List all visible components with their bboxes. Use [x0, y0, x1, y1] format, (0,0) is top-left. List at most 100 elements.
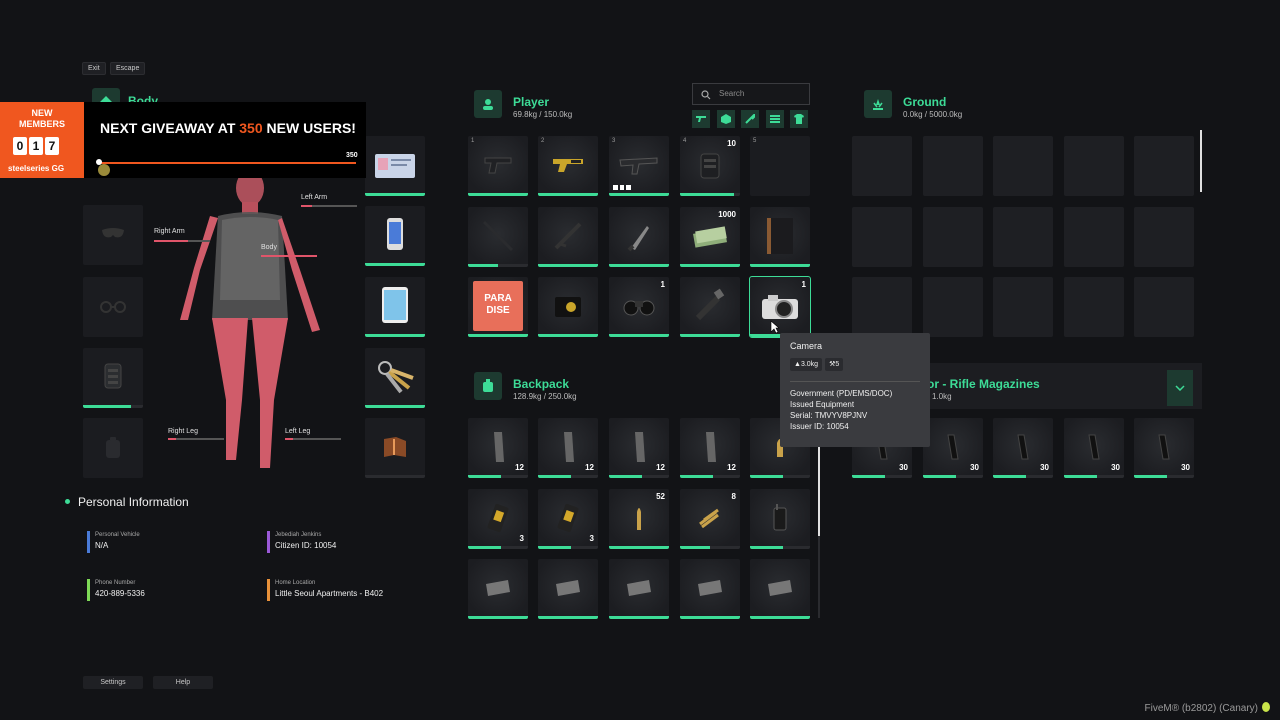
inventory-slot[interactable]: 1: [468, 136, 528, 196]
ground-slot[interactable]: [852, 136, 912, 196]
armor-collapse-button[interactable]: [1167, 370, 1193, 406]
item-count: 10: [727, 139, 736, 148]
inventory-slot[interactable]: 1: [609, 277, 669, 337]
id-card-icon: [375, 154, 415, 178]
inventory-slot[interactable]: 12: [680, 418, 740, 478]
inventory-slot[interactable]: 1000: [680, 207, 740, 267]
filter-tools-icon[interactable]: [741, 110, 759, 128]
attachment-dots: [613, 185, 632, 190]
counter-digit: 0: [13, 137, 27, 155]
weight-chip: ▲3.0kg: [790, 358, 823, 371]
phone-icon: [387, 218, 403, 250]
inventory-slot[interactable]: [750, 559, 810, 619]
keys-slot[interactable]: [365, 348, 425, 408]
inventory-slot[interactable]: 2: [538, 136, 598, 196]
search-input[interactable]: Search: [692, 83, 810, 105]
ground-slot[interactable]: [993, 277, 1053, 337]
mask-slot[interactable]: [83, 205, 143, 265]
armor-slot[interactable]: 30: [1134, 418, 1194, 478]
armor-slot[interactable]: 30: [923, 418, 983, 478]
ground-weight: 0.0kg / 5000.0kg: [903, 110, 963, 119]
ground-slot[interactable]: [923, 277, 983, 337]
help-button[interactable]: Help: [153, 676, 213, 689]
ground-slot[interactable]: [1134, 277, 1194, 337]
filter-weapons-icon[interactable]: [692, 110, 710, 128]
nightstick-icon: [554, 222, 582, 250]
inventory-slot[interactable]: 12: [538, 418, 598, 478]
inventory-slot[interactable]: 12: [468, 418, 528, 478]
ground-slot[interactable]: [993, 207, 1053, 267]
inventory-slot[interactable]: 12: [609, 418, 669, 478]
exit-key-label[interactable]: Exit: [82, 62, 106, 75]
flashlight-icon: [695, 288, 725, 320]
steelseries-brand: steelseries GG: [8, 164, 65, 173]
escape-key-label[interactable]: Escape: [110, 62, 146, 75]
inventory-slot-camera[interactable]: 1: [749, 276, 811, 338]
backpack-slot[interactable]: [83, 418, 143, 478]
ground-slot[interactable]: [1064, 207, 1124, 267]
filter-stack-icon[interactable]: [766, 110, 784, 128]
inventory-slot[interactable]: [680, 559, 740, 619]
member-counter: 017: [13, 137, 61, 155]
ground-slot[interactable]: [993, 136, 1053, 196]
tablet-slot[interactable]: [365, 277, 425, 337]
inventory-slot[interactable]: [538, 277, 598, 337]
item-count: 30: [899, 463, 908, 472]
tooltip-line: Serial: TMVYV8PJNV: [790, 411, 868, 420]
inventory-slot[interactable]: PARA DISE: [468, 277, 528, 337]
wallet-slot[interactable]: [365, 418, 425, 478]
canary-icon: [1262, 702, 1270, 712]
giveaway-headline: NEXT GIVEAWAY AT 350 NEW USERS!: [100, 120, 356, 136]
item-count: 30: [1040, 463, 1049, 472]
inventory-slot[interactable]: [609, 559, 669, 619]
id-card-slot[interactable]: [365, 136, 425, 196]
left-arm-health-bar: [301, 205, 357, 207]
filter-items-icon[interactable]: [717, 110, 735, 128]
inventory-slot[interactable]: [468, 207, 528, 267]
search-icon: [701, 90, 711, 100]
plate-icon: [698, 579, 722, 596]
armor-slot[interactable]: 30: [993, 418, 1053, 478]
armor-slot[interactable]: 30: [1064, 418, 1124, 478]
inventory-slot[interactable]: [538, 207, 598, 267]
inventory-slot[interactable]: 4 10: [680, 136, 740, 196]
ground-slot[interactable]: [852, 277, 912, 337]
phone-slot[interactable]: [365, 206, 425, 266]
ground-slot[interactable]: [1064, 136, 1124, 196]
inventory-slot[interactable]: [750, 489, 810, 549]
ground-slot[interactable]: [923, 207, 983, 267]
rifle-icon: [619, 157, 658, 175]
ground-scrollbar[interactable]: [1200, 130, 1202, 192]
ground-slot[interactable]: [1134, 136, 1194, 196]
backpack-scrollbar[interactable]: [818, 418, 820, 618]
inventory-slot[interactable]: [538, 559, 598, 619]
settings-button[interactable]: Settings: [83, 676, 143, 689]
magazine-icon: [564, 431, 574, 462]
glasses-slot[interactable]: [83, 277, 143, 337]
inventory-slot[interactable]: [680, 277, 740, 337]
mask-icon: [102, 228, 124, 238]
ground-slot[interactable]: [923, 136, 983, 196]
ground-slot[interactable]: [1134, 207, 1194, 267]
inventory-slot[interactable]: 3: [538, 489, 598, 549]
inventory-slot[interactable]: 52: [609, 489, 669, 549]
player-icon: [474, 90, 502, 118]
mouse-cursor-icon: [770, 320, 780, 334]
backpack-title: Backpack: [513, 377, 570, 391]
badge-wallet-icon: [555, 296, 581, 317]
cash-icon: [693, 226, 727, 248]
ground-slot[interactable]: [852, 207, 912, 267]
inventory-slot[interactable]: 3: [609, 136, 669, 196]
inventory-slot[interactable]: 5: [750, 136, 810, 196]
vest-slot[interactable]: [83, 348, 143, 408]
baton-icon: [482, 220, 514, 251]
filter-clothing-icon[interactable]: [790, 110, 808, 128]
inventory-slot[interactable]: [609, 207, 669, 267]
inventory-slot[interactable]: 8: [680, 489, 740, 549]
inventory-slot[interactable]: [750, 207, 810, 267]
tooltip-line: Issuer ID: 10054: [790, 422, 849, 431]
ground-slot[interactable]: [1064, 277, 1124, 337]
inventory-slot[interactable]: [468, 559, 528, 619]
inventory-slot[interactable]: 3: [468, 489, 528, 549]
knife-icon: [627, 225, 649, 252]
